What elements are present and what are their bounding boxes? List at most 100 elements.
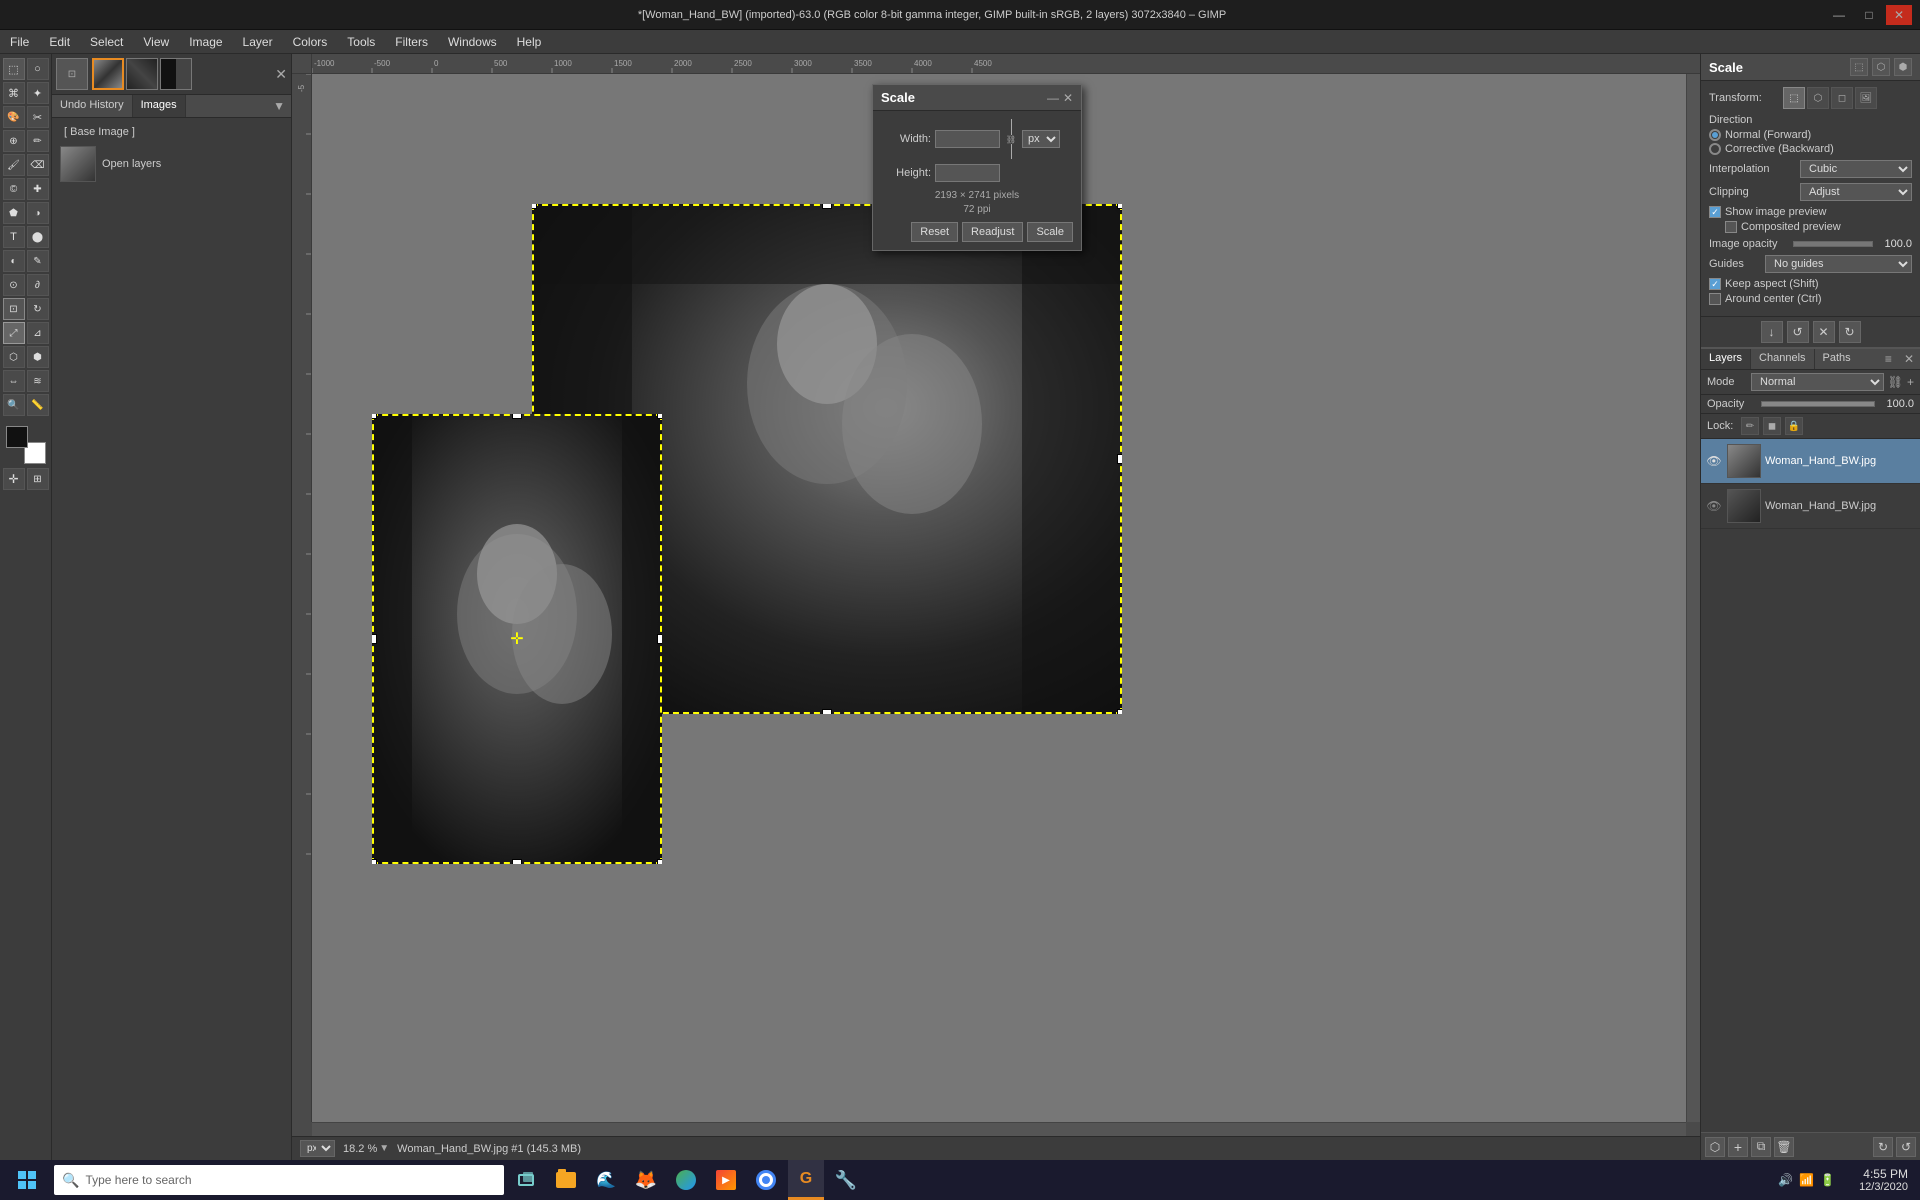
- zoom-dropdown-btn[interactable]: ▼: [379, 1143, 389, 1154]
- tool-heal[interactable]: ✚: [27, 178, 49, 200]
- menu-select[interactable]: Select: [80, 30, 133, 53]
- taskbar-chrome[interactable]: [748, 1160, 784, 1200]
- transform-btn-path[interactable]: ⬡: [1807, 87, 1829, 109]
- layers-action-btn-3[interactable]: ✕: [1813, 321, 1835, 343]
- menu-help[interactable]: Help: [507, 30, 552, 53]
- tool-blend[interactable]: ◐: [3, 250, 25, 272]
- tool-rectangle-select[interactable]: ⬚: [3, 58, 25, 80]
- mode-new-btn[interactable]: +: [1907, 375, 1914, 389]
- tool-clone[interactable]: ©: [3, 178, 25, 200]
- scale-handle-sm-bl[interactable]: [372, 859, 377, 864]
- unit-dropdown[interactable]: px in: [300, 1140, 335, 1157]
- close-panel-button[interactable]: ✕: [275, 66, 287, 83]
- readjust-button[interactable]: Readjust: [962, 222, 1023, 242]
- taskbar-edge[interactable]: 🌊: [588, 1160, 624, 1200]
- layers-action-btn-2[interactable]: ↺: [1787, 321, 1809, 343]
- tool-bucket-fill[interactable]: ⬤: [27, 226, 49, 248]
- mode-select[interactable]: Normal Dissolve Multiply Screen: [1751, 373, 1884, 391]
- tool-warp[interactable]: ≋: [27, 370, 49, 392]
- open-layers-item[interactable]: Open layers: [56, 142, 287, 186]
- menu-view[interactable]: View: [133, 30, 179, 53]
- scale-handle-sm-ml[interactable]: [372, 634, 377, 644]
- scale-handle-br[interactable]: [1117, 709, 1122, 714]
- tool-move[interactable]: ✛: [3, 468, 25, 490]
- layer-row-1[interactable]: 👁 Woman_Hand_BW.jpg: [1701, 439, 1920, 484]
- taskbar-app-1[interactable]: [668, 1160, 704, 1200]
- base-image-item[interactable]: [ Base Image ]: [56, 122, 287, 142]
- menu-windows[interactable]: Windows: [438, 30, 507, 53]
- menu-colors[interactable]: Colors: [283, 30, 338, 53]
- tool-scale[interactable]: ⤢: [3, 322, 25, 344]
- taskbar-firefox[interactable]: 🦊: [628, 1160, 664, 1200]
- scale-handle-tr[interactable]: [1117, 204, 1122, 209]
- tool-shear[interactable]: ⊿: [27, 322, 49, 344]
- layer-down-btn[interactable]: ↺: [1896, 1137, 1916, 1157]
- menu-tools[interactable]: Tools: [337, 30, 385, 53]
- transform-btn-selection[interactable]: ◻: [1831, 87, 1853, 109]
- tool-pencil[interactable]: ✎: [27, 250, 49, 272]
- tool-measure[interactable]: 📏: [27, 394, 49, 416]
- tool-rotate[interactable]: ↻: [27, 298, 49, 320]
- scale-button[interactable]: Scale: [1027, 222, 1073, 242]
- taskbar-app-3[interactable]: 🔧: [828, 1160, 864, 1200]
- tab-images[interactable]: Images: [133, 95, 186, 117]
- scale-dialog-iconize[interactable]: —: [1047, 91, 1059, 105]
- tool-dodge-burn[interactable]: ◑: [27, 202, 49, 224]
- tool-ellipse-select[interactable]: ○: [27, 58, 49, 80]
- panel-tool-btn-1[interactable]: ⬚: [1850, 58, 1868, 76]
- tool-crop[interactable]: ⊡: [3, 298, 25, 320]
- clipping-select[interactable]: Adjust Clip Crop to result: [1800, 183, 1912, 201]
- start-button[interactable]: [4, 1160, 50, 1200]
- scale-dialog-close[interactable]: ✕: [1063, 91, 1073, 105]
- tool-perspective[interactable]: ⬡: [3, 346, 25, 368]
- duplicate-layer-btn[interactable]: ⧉: [1751, 1137, 1771, 1157]
- radio-normal[interactable]: [1709, 129, 1721, 141]
- opacity-slider-layers[interactable]: [1761, 401, 1875, 407]
- panel-tool-btn-2[interactable]: ⬡: [1872, 58, 1890, 76]
- taskbar-app-2[interactable]: ▶: [708, 1160, 744, 1200]
- menu-layer[interactable]: Layer: [233, 30, 283, 53]
- tool-foreground-select[interactable]: ⊕: [3, 130, 25, 152]
- tab-layers[interactable]: Layers: [1701, 349, 1751, 369]
- radio-corrective[interactable]: [1709, 143, 1721, 155]
- show-preview-checkbox[interactable]: ✓: [1709, 206, 1721, 218]
- scale-handle-sm-br[interactable]: [657, 859, 662, 864]
- width-input[interactable]: 2193: [935, 130, 1000, 148]
- menu-file[interactable]: File: [0, 30, 39, 53]
- tool-paths[interactable]: ✏: [27, 130, 49, 152]
- layer-thumbnail-3[interactable]: [160, 58, 192, 90]
- new-layer-btn[interactable]: +: [1728, 1137, 1748, 1157]
- canvas-viewport[interactable]: ✛ Scale — ✕ Width:: [312, 74, 1686, 1122]
- tool-smudge[interactable]: ⬟: [3, 202, 25, 224]
- lock-pixels-btn[interactable]: ✏: [1741, 417, 1759, 435]
- tool-align[interactable]: ⊞: [27, 468, 49, 490]
- tool-airbrush[interactable]: ⊙: [3, 274, 25, 296]
- panel-close-btn[interactable]: ✕: [1898, 349, 1920, 369]
- lock-position-btn[interactable]: 🔒: [1785, 417, 1803, 435]
- tab-undo-history[interactable]: Undo History: [52, 95, 133, 117]
- layer-visibility-2[interactable]: 👁: [1705, 497, 1723, 515]
- transform-btn-image[interactable]: 🖼: [1855, 87, 1877, 109]
- interpolation-select[interactable]: Cubic Linear None NoHalo LoHalo: [1800, 160, 1912, 178]
- mode-chain-btn[interactable]: ⛓: [1888, 375, 1903, 389]
- panel-menu-btn[interactable]: ≡: [1879, 349, 1898, 369]
- layer-thumbnail-1[interactable]: [92, 58, 124, 90]
- tool-fuzzy-select[interactable]: ✦: [27, 82, 49, 104]
- menu-filters[interactable]: Filters: [385, 30, 438, 53]
- scale-handle-sm-mr[interactable]: [657, 634, 662, 644]
- minimize-button[interactable]: —: [1826, 5, 1852, 25]
- new-layer-group-btn[interactable]: ⬡: [1705, 1137, 1725, 1157]
- tool-text[interactable]: T: [3, 226, 25, 248]
- clock[interactable]: 4:55 PM 12/3/2020: [1851, 1167, 1916, 1193]
- tool-select-by-color[interactable]: 🎨: [3, 106, 25, 128]
- tool-ink[interactable]: ∂: [27, 274, 49, 296]
- task-view-btn[interactable]: [508, 1160, 544, 1200]
- taskbar-gimp[interactable]: G: [788, 1160, 824, 1200]
- vertical-scrollbar[interactable]: [1686, 74, 1700, 1122]
- scale-handle-tl[interactable]: [532, 204, 537, 209]
- height-input[interactable]: 2741: [935, 164, 1000, 182]
- foreground-color-swatch[interactable]: [6, 426, 28, 448]
- layer-up-btn[interactable]: ↻: [1873, 1137, 1893, 1157]
- guides-select[interactable]: No guides Rule of thirds Center lines: [1765, 255, 1912, 273]
- layer-visibility-1[interactable]: 👁: [1705, 452, 1723, 470]
